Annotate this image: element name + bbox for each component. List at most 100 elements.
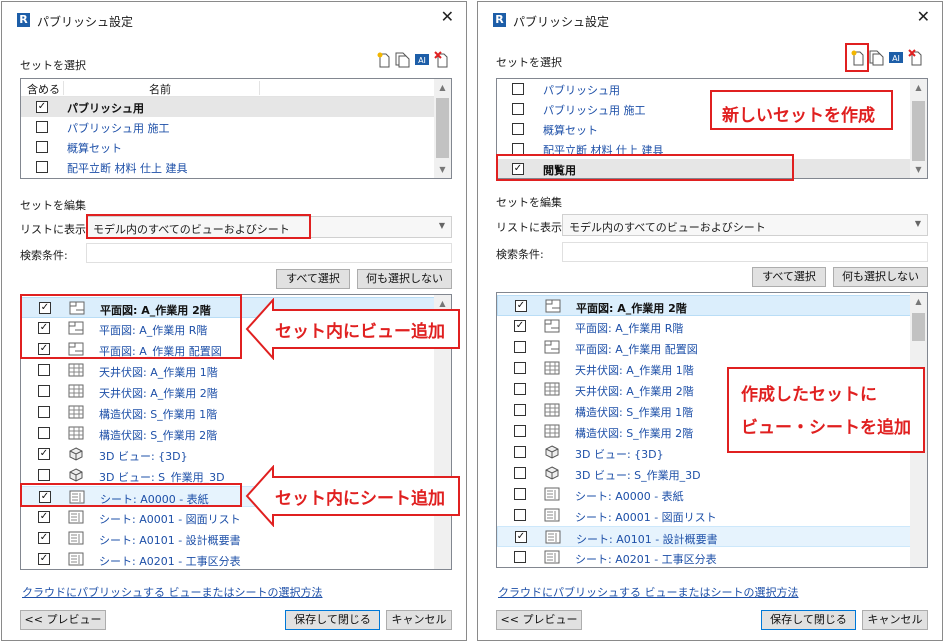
set-row[interactable]: ✓ パブリッシュ用 <box>21 97 435 117</box>
delete-set-icon[interactable] <box>434 51 450 68</box>
ceiling-plan-icon <box>544 382 560 396</box>
views-highlight-box <box>20 294 242 359</box>
save-and-close-button[interactable]: 保存して閉じる <box>285 610 380 630</box>
view-row[interactable]: シート: A0000 - 表紙 <box>497 484 911 505</box>
view-include-checkbox[interactable] <box>514 425 526 437</box>
view-row[interactable]: ✓ 3D ビュー: {3D} <box>21 444 435 465</box>
view-include-checkbox[interactable]: ✓ <box>515 531 527 543</box>
view-include-checkbox[interactable] <box>38 385 50 397</box>
view-row[interactable]: ✓ シート: A0101 - 設計概要書 <box>21 528 435 549</box>
set-include-checkbox[interactable] <box>512 83 524 95</box>
view-row[interactable]: 天井伏図: A_作業用 1階 <box>21 360 435 381</box>
scroll-down-icon[interactable]: ▼ <box>910 161 927 178</box>
3d-view-icon <box>544 445 560 459</box>
set-list-scrollbar[interactable]: ▲ ▼ <box>910 79 927 178</box>
view-row[interactable]: ✓ シート: A0201 - 工事区分表 <box>21 549 435 569</box>
set-include-checkbox[interactable] <box>512 123 524 135</box>
show-in-list-dropdown[interactable]: モデル内のすべてのビューおよびシート ▼ <box>562 214 928 236</box>
set-name: パブリッシュ用 施工 <box>67 122 170 135</box>
new-set-icon[interactable] <box>376 51 392 68</box>
set-include-checkbox[interactable] <box>36 141 48 153</box>
set-include-checkbox[interactable] <box>36 161 48 173</box>
view-include-checkbox[interactable] <box>514 551 526 563</box>
help-link[interactable]: クラウドにパブリッシュする ビューまたはシートの選択方法 <box>22 584 323 600</box>
view-row[interactable]: ✓ シート: A0101 - 設計概要書 <box>497 526 911 547</box>
select-none-button[interactable]: 何も選択しない <box>357 269 452 289</box>
view-row[interactable]: シート: A0201 - 工事区分表 <box>497 547 911 567</box>
select-all-button[interactable]: すべて選択 <box>752 267 826 287</box>
set-include-checkbox[interactable] <box>36 121 48 133</box>
close-icon[interactable]: ✕ <box>441 9 454 25</box>
dialog-title: パブリッシュ設定 <box>513 15 610 29</box>
view-row[interactable]: 3D ビュー: S_作業用_3D <box>497 463 911 484</box>
add-sheets-callout: セット内にシート追加 <box>245 465 461 527</box>
set-row[interactable]: パブリッシュ用 施工 <box>21 117 435 137</box>
scroll-down-icon[interactable]: ▼ <box>434 161 451 178</box>
scroll-up-icon[interactable]: ▲ <box>910 79 927 96</box>
view-row[interactable]: 天井伏図: A_作業用 2階 <box>21 381 435 402</box>
view-include-checkbox[interactable] <box>38 469 50 481</box>
add-views-callout-text: セット内にビュー追加 <box>275 322 445 342</box>
view-include-checkbox[interactable] <box>514 341 526 353</box>
view-include-checkbox[interactable]: ✓ <box>38 448 50 460</box>
set-row[interactable]: 概算セット <box>21 137 435 157</box>
include-column-header[interactable]: 含める <box>27 81 60 97</box>
close-icon[interactable]: ✕ <box>917 9 930 25</box>
view-include-checkbox[interactable] <box>514 446 526 458</box>
view-row[interactable]: 平面図: A_作業用 配置図 <box>497 337 911 358</box>
view-include-checkbox[interactable] <box>514 383 526 395</box>
view-include-checkbox[interactable] <box>514 509 526 521</box>
search-input[interactable] <box>86 243 452 263</box>
view-include-checkbox[interactable] <box>514 488 526 500</box>
set-include-checkbox[interactable]: ✓ <box>36 101 48 113</box>
search-input[interactable] <box>562 242 928 262</box>
duplicate-set-icon[interactable] <box>394 51 410 68</box>
cancel-button[interactable]: キャンセル <box>862 610 928 630</box>
scroll-up-icon[interactable]: ▲ <box>434 79 451 96</box>
preview-button[interactable]: << プレビュー <box>20 610 106 630</box>
sheet-icon <box>545 530 561 544</box>
view-include-checkbox[interactable]: ✓ <box>515 300 527 312</box>
save-and-close-button[interactable]: 保存して閉じる <box>761 610 856 630</box>
view-row[interactable]: ✓ 平面図: A_作業用 2階 <box>497 295 911 316</box>
set-list-scrollbar[interactable]: ▲ ▼ <box>434 79 451 178</box>
delete-set-icon[interactable] <box>908 49 924 66</box>
view-include-checkbox[interactable]: ✓ <box>38 532 50 544</box>
new-set-highlight-box <box>845 43 869 72</box>
set-row[interactable]: 配平立断 材料 仕上 建具 <box>21 157 435 177</box>
view-include-checkbox[interactable]: ✓ <box>514 320 526 332</box>
set-name: パブリッシュ用 施工 <box>543 104 646 117</box>
view-row[interactable]: 構造伏図: S_作業用 2階 <box>21 423 435 444</box>
rename-set-icon[interactable]: AI <box>414 51 430 68</box>
edit-set-label: セットを編集 <box>20 199 86 212</box>
view-name: シート: A0201 - 工事区分表 <box>575 553 717 566</box>
preview-button[interactable]: << プレビュー <box>496 610 582 630</box>
name-column-header[interactable]: 名前 <box>149 81 171 97</box>
view-row[interactable]: ✓ 平面図: A_作業用 R階 <box>497 316 911 337</box>
view-include-checkbox[interactable] <box>514 404 526 416</box>
select-none-button[interactable]: 何も選択しない <box>833 267 928 287</box>
view-include-checkbox[interactable]: ✓ <box>38 511 50 523</box>
view-include-checkbox[interactable] <box>38 364 50 376</box>
set-include-checkbox[interactable] <box>512 103 524 115</box>
title-bar: R パブリッシュ設定 ✕ <box>2 2 466 36</box>
scroll-up-icon[interactable]: ▲ <box>910 293 927 310</box>
cancel-button[interactable]: キャンセル <box>386 610 452 630</box>
view-include-checkbox[interactable] <box>38 406 50 418</box>
help-link[interactable]: クラウドにパブリッシュする ビューまたはシートの選択方法 <box>498 584 799 600</box>
duplicate-set-icon[interactable] <box>868 49 884 66</box>
show-in-list-value: モデル内のすべてのビューおよびシート <box>569 221 766 234</box>
floor-plan-icon <box>545 299 561 313</box>
rename-set-icon[interactable]: AI <box>888 49 904 66</box>
view-row[interactable]: 構造伏図: S_作業用 1階 <box>21 402 435 423</box>
revit-logo-icon: R <box>493 13 506 27</box>
view-include-checkbox[interactable] <box>514 467 526 479</box>
view-include-checkbox[interactable] <box>514 362 526 374</box>
add-to-set-callout: 作成したセットに ビュー・シートを追加 <box>727 367 925 453</box>
view-include-checkbox[interactable]: ✓ <box>38 553 50 565</box>
ceiling-plan-icon <box>544 424 560 438</box>
select-all-button[interactable]: すべて選択 <box>276 269 350 289</box>
view-row[interactable]: シート: A0001 - 図面リスト <box>497 505 911 526</box>
view-include-checkbox[interactable] <box>38 427 50 439</box>
view-name: シート: A0101 - 設計概要書 <box>99 534 241 547</box>
